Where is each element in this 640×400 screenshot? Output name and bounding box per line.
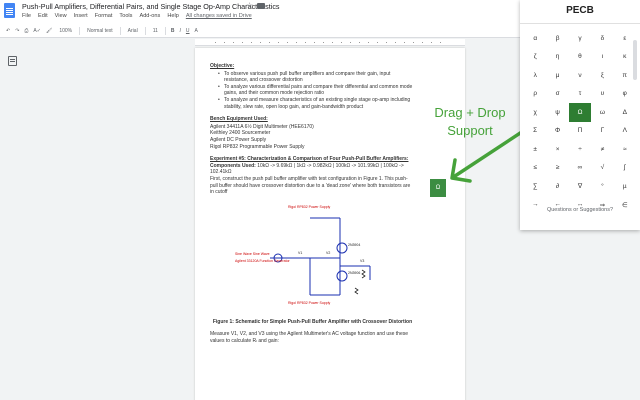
symbol-grid: α β γ δ ε ζ η θ ι κ λ μ ν ξ π ρ σ τ υ φ χ ψ Ωω Δ Σ Φ Π Γ Λ ± × ÷ ≠ ≈ ≤ ≥ ∞ √ ∫… — [524, 29, 636, 214]
symbol-button[interactable]: ι — [591, 48, 613, 67]
symbol-button[interactable]: Σ — [524, 122, 546, 141]
symbol-button[interactable]: ν — [569, 66, 591, 85]
symbol-button[interactable]: ζ — [524, 48, 546, 67]
symbol-button[interactable]: ≈ — [614, 140, 636, 159]
symbol-button[interactable]: φ — [614, 85, 636, 104]
symbol-button[interactable]: ω — [591, 103, 613, 122]
symbol-button[interactable]: θ — [569, 48, 591, 67]
symbol-button[interactable]: Ω — [568, 103, 592, 122]
symbol-button[interactable]: Φ — [546, 122, 568, 141]
panel-title: PECB — [566, 5, 594, 16]
symbol-button[interactable]: δ — [591, 29, 613, 48]
symbol-button[interactable]: ≠ — [591, 140, 613, 159]
symbol-button[interactable]: ≤ — [524, 159, 546, 178]
scrollbar[interactable] — [633, 40, 637, 80]
symbol-button[interactable]: α — [524, 29, 546, 48]
symbol-button[interactable]: × — [546, 140, 568, 159]
app-root: Push-Pull Amplifiers, Differential Pairs… — [0, 0, 640, 400]
symbol-button[interactable]: ± — [524, 140, 546, 159]
symbol-button[interactable]: √ — [591, 159, 613, 178]
symbol-button[interactable]: ∇ — [569, 177, 591, 196]
symbol-button[interactable]: ξ — [591, 66, 613, 85]
symbol-button[interactable]: γ — [569, 29, 591, 48]
symbol-button[interactable]: ∑ — [524, 177, 546, 196]
symbol-button[interactable]: ° — [591, 177, 613, 196]
symbol-button[interactable]: τ — [569, 85, 591, 104]
symbol-button[interactable]: λ — [524, 66, 546, 85]
symbol-button[interactable]: β — [546, 29, 568, 48]
symbol-button[interactable]: ∞ — [569, 159, 591, 178]
symbol-button[interactable]: ∫ — [614, 159, 636, 178]
pecb-panel: PECB α β γ δ ε ζ η θ ι κ λ μ ν ξ π ρ σ τ υ φ χ ψ Ωω Δ Σ Φ Π Γ Λ ± × ÷ ≠ ≈… — [520, 0, 640, 230]
symbol-button[interactable]: Π — [569, 122, 591, 141]
symbol-button[interactable]: υ — [591, 85, 613, 104]
symbol-button[interactable]: Δ — [614, 103, 636, 122]
symbol-button[interactable]: χ — [524, 103, 546, 122]
panel-divider — [520, 23, 640, 24]
symbol-button[interactable]: µ — [614, 177, 636, 196]
symbol-button[interactable]: ÷ — [569, 140, 591, 159]
symbol-button[interactable]: η — [546, 48, 568, 67]
symbol-button[interactable]: σ — [546, 85, 568, 104]
symbol-button[interactable]: μ — [546, 66, 568, 85]
symbol-button[interactable]: ρ — [524, 85, 546, 104]
symbol-button[interactable]: ≥ — [546, 159, 568, 178]
suggestions-link[interactable]: Questions or Suggestions? — [520, 207, 640, 213]
symbol-button[interactable]: Γ — [591, 122, 613, 141]
symbol-button[interactable]: Λ — [614, 122, 636, 141]
symbol-button[interactable]: ψ — [546, 103, 568, 122]
symbol-button[interactable]: ∂ — [546, 177, 568, 196]
